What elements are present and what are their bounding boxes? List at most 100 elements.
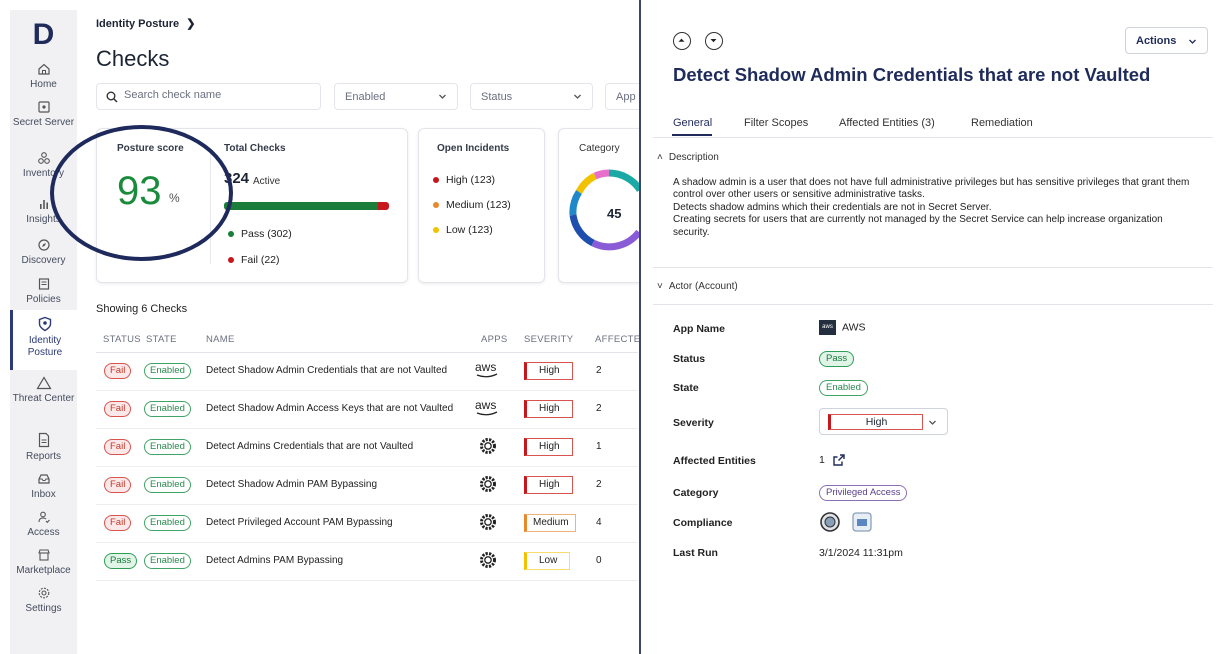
check-details-drawer: Actions Detect Shadow Admin Credentials … [639,0,1222,654]
check-name[interactable]: Detect Shadow Admin PAM Bypassing [206,479,377,490]
nav-label-settings: Settings [25,603,62,614]
description-section-toggle[interactable]: ˄ Description [657,152,719,163]
gear-app-icon [480,552,496,568]
nav-item-policies[interactable]: Policies [10,277,77,306]
state-badge: Enabled [819,380,868,396]
affected-entities-label: Affected Entities [673,455,756,467]
nav-item-reports[interactable]: Reports [10,432,77,463]
search-icon [106,91,118,103]
col-header-status[interactable]: STATUS [103,334,141,345]
chevron-up-icon: ˄ [657,152,663,163]
breadcrumb-item[interactable]: Identity Posture [96,18,179,30]
description-paragraph: A shadow admin is a user that does not h… [673,177,1190,201]
chevron-down-icon [710,39,717,43]
nav-item-identity-posture[interactable]: Identity Posture [10,310,77,370]
fail-legend-label: Fail (22) [241,254,280,266]
table-row[interactable]: Fail Enabled Detect Shadow Admin PAM Byp… [96,467,638,505]
state-value: Enabled [819,380,868,396]
actions-dropdown-button[interactable]: Actions [1125,27,1208,54]
nav-item-discovery[interactable]: Discovery [10,238,77,267]
table-row[interactable]: Pass Enabled Detect Admins PAM Bypassing… [96,543,638,581]
pass-fail-bar [224,202,389,210]
table-row[interactable]: Fail Enabled Detect Shadow Admin Credent… [96,353,638,391]
nav-item-home[interactable]: Home [10,62,77,91]
incidents-low[interactable]: Low (123) [433,224,493,236]
threat-center-icon [35,376,52,390]
nav-item-secret-server[interactable]: Secret Server [10,100,77,129]
nav-item-settings[interactable]: Settings [10,586,77,615]
check-name[interactable]: Detect Admins Credentials that are not V… [206,441,413,452]
chevron-down-icon [574,94,581,99]
brand-logo[interactable]: D [10,18,77,52]
open-incidents-card[interactable]: Open Incidents High (123) Medium (123) L… [418,128,545,283]
status-badge: Pass [104,553,138,569]
check-name[interactable]: Detect Shadow Admin Credentials that are… [206,365,447,376]
breadcrumb[interactable]: Identity Posture ❯ [96,17,195,30]
nav-item-threat-center[interactable]: Threat Center [10,376,77,405]
pass-dot-icon [228,231,234,238]
next-check-button[interactable] [705,32,723,50]
search-input[interactable] [124,89,304,101]
affected-entities-count: 1 [819,453,825,466]
status-badge: Fail [104,515,132,531]
status-value: Pass [819,351,855,367]
compliance-certificate-icon[interactable] [851,511,873,533]
external-link-icon[interactable] [832,453,846,467]
chevron-down-icon [439,94,446,99]
incidents-high[interactable]: High (123) [433,174,495,186]
severity-badge: Low [524,552,571,570]
compliance-value [819,511,873,533]
drawer-title: Detect Shadow Admin Credentials that are… [673,64,1151,85]
nav-item-insights[interactable]: Insights [10,197,77,226]
check-name[interactable]: Detect Privileged Account PAM Bypassing [206,517,393,528]
nav-label-reports: Reports [25,451,61,462]
col-header-apps[interactable]: APPS [481,334,508,345]
state-badge: Enabled [144,553,191,569]
section-divider [653,304,1213,305]
low-dot-icon [433,227,439,234]
discovery-icon [37,239,50,251]
affected-count: 4 [596,517,602,528]
col-header-name[interactable]: NAME [206,334,235,345]
table-row[interactable]: Fail Enabled Detect Shadow Admin Access … [96,391,638,429]
access-icon [37,511,50,524]
affected-count: 1 [596,441,602,452]
status-filter-select[interactable]: Status [470,83,593,110]
state-badge: Enabled [144,439,191,455]
check-name[interactable]: Detect Admins PAM Bypassing [206,555,343,566]
nav-item-access[interactable]: Access [10,510,77,539]
incidents-medium[interactable]: Medium (123) [433,199,511,211]
compliance-badge-icon[interactable] [819,511,841,533]
nav-item-inbox[interactable]: Inbox [10,472,77,501]
apps-filter-value: App [616,91,636,103]
previous-check-button[interactable] [673,32,691,50]
search-field[interactable] [96,83,321,110]
nav-label-identity-posture: Identity Posture [27,335,63,358]
table-row[interactable]: Fail Enabled Detect Admins Credentials t… [96,429,638,467]
severity-badge: High [524,362,573,380]
state-badge: Enabled [144,363,191,379]
nav-item-inventory[interactable]: Inventory [10,151,77,180]
pass-legend-label: Pass (302) [241,228,292,240]
nav-label-marketplace: Marketplace [16,565,71,576]
severity-select[interactable]: High [819,408,948,435]
reports-icon [38,432,49,448]
col-header-severity[interactable]: SEVERITY [524,334,573,345]
nav-label-discovery: Discovery [21,255,66,266]
secret-server-icon [37,101,50,113]
app-name-value: aws AWS [819,320,866,335]
checks-count-label: Showing 6 Checks [96,303,188,315]
tab-general[interactable]: General [673,117,712,129]
compliance-label: Compliance [673,517,733,529]
nav-item-marketplace[interactable]: Marketplace [10,548,77,577]
table-row[interactable]: Fail Enabled Detect Privileged Account P… [96,505,638,543]
severity-label: Severity [673,417,714,429]
tab-remediation[interactable]: Remediation [971,117,1033,129]
state-filter-select[interactable]: Enabled [334,83,458,110]
status-badge: Pass [819,351,855,367]
tab-filter-scopes[interactable]: Filter Scopes [744,117,808,129]
actor-section-toggle[interactable]: ˅ Actor (Account) [657,281,738,292]
check-name[interactable]: Detect Shadow Admin Access Keys that are… [206,403,453,414]
col-header-state[interactable]: STATE [146,334,177,345]
tab-affected-entities[interactable]: Affected Entities (3) [839,117,935,129]
